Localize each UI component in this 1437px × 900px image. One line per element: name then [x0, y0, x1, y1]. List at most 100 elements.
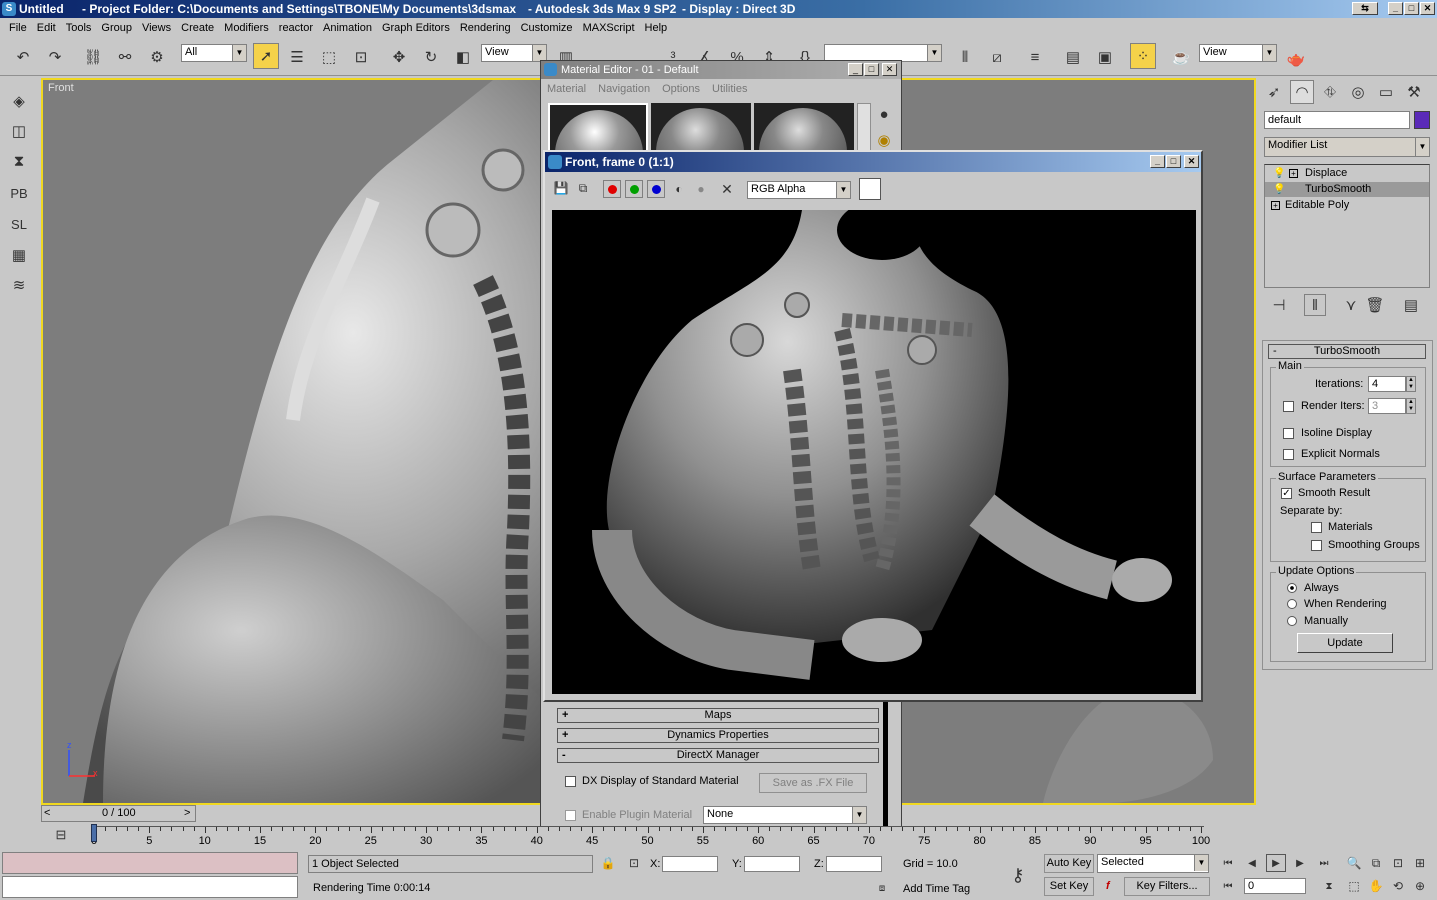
- make-unique-icon[interactable]: ⋎: [1340, 294, 1362, 316]
- set-key-button[interactable]: Set Key: [1044, 877, 1094, 896]
- unlink-icon[interactable]: ⚯: [112, 44, 138, 70]
- bind-space-warp-icon[interactable]: ⚙: [144, 44, 170, 70]
- show-end-result-icon[interactable]: ‖: [1304, 294, 1326, 316]
- maxscript-listener-white[interactable]: [2, 876, 298, 898]
- sample-slot-1[interactable]: [548, 103, 648, 153]
- sample-type-sphere-icon[interactable]: ●: [873, 103, 895, 125]
- create-tab-icon[interactable]: ➶: [1262, 80, 1286, 104]
- blue-channel-button[interactable]: [647, 180, 665, 198]
- light-bulb-icon[interactable]: 💡: [1273, 182, 1285, 197]
- plugin-material-dropdown[interactable]: None ▼: [703, 806, 867, 824]
- me-menu-options[interactable]: Options: [662, 83, 700, 95]
- menu-tools[interactable]: Tools: [61, 22, 97, 34]
- pan-icon[interactable]: ✋: [1366, 876, 1386, 896]
- explicit-normals-checkbox[interactable]: [1283, 449, 1294, 460]
- dx-display-checkbox[interactable]: [565, 776, 576, 787]
- utilities-tab-icon[interactable]: ⚒: [1402, 80, 1426, 104]
- me-menu-utilities[interactable]: Utilities: [712, 83, 747, 95]
- zoom-all-icon[interactable]: ⧉: [1366, 853, 1386, 873]
- prev-frame-icon[interactable]: ◀: [1242, 854, 1262, 872]
- lock-selection-icon[interactable]: 🔒: [598, 853, 618, 873]
- absolute-mode-icon[interactable]: ⊡: [624, 853, 644, 873]
- track-bar[interactable]: 0510152025303540455055606570758085909510…: [91, 824, 1214, 848]
- remove-modifier-icon[interactable]: 🗑: [1364, 294, 1386, 316]
- z-field[interactable]: [826, 856, 882, 872]
- pin-stack-icon[interactable]: ⊣: [1268, 294, 1290, 316]
- hierarchy-tab-icon[interactable]: ⛗: [1318, 80, 1342, 104]
- move-icon[interactable]: ✥: [386, 44, 412, 70]
- viewport-label[interactable]: Front: [48, 82, 74, 94]
- monochrome-icon[interactable]: ●: [691, 179, 711, 199]
- stack-item-turbosmooth[interactable]: 💡 TurboSmooth: [1265, 182, 1429, 197]
- when-rendering-radio[interactable]: [1287, 599, 1297, 609]
- always-radio[interactable]: [1287, 583, 1297, 593]
- dynamics-rollout[interactable]: + Dynamics Properties: [557, 728, 879, 743]
- me-close-button[interactable]: ✕: [882, 63, 897, 76]
- layers-icon[interactable]: ◈: [6, 88, 32, 114]
- play-icon[interactable]: ▶: [1266, 854, 1286, 872]
- stack-item-editable-poly[interactable]: + Editable Poly: [1265, 198, 1429, 213]
- track-bar-filter-icon[interactable]: ⊟: [48, 824, 74, 846]
- menu-file[interactable]: File: [4, 22, 32, 34]
- material-editor-icon[interactable]: ⁘: [1130, 43, 1156, 69]
- backlight-icon[interactable]: ◉: [873, 129, 895, 151]
- time-slider-left-arrow-icon[interactable]: <: [44, 807, 50, 819]
- save-fx-button[interactable]: Save as .FX File: [759, 773, 867, 793]
- menu-modifiers[interactable]: Modifiers: [219, 22, 274, 34]
- object-color-swatch[interactable]: [1414, 111, 1430, 129]
- schematic-view-icon[interactable]: ▣: [1092, 44, 1118, 70]
- object-name-field[interactable]: default: [1264, 111, 1410, 129]
- color-swatch[interactable]: [859, 178, 881, 200]
- link-icon[interactable]: ⛓: [80, 44, 106, 70]
- light-bulb-icon[interactable]: 💡: [1273, 166, 1285, 181]
- materials-checkbox[interactable]: [1311, 522, 1322, 533]
- green-channel-button[interactable]: [625, 180, 643, 198]
- pb-button[interactable]: PB: [6, 180, 32, 206]
- turbosmooth-header[interactable]: - TurboSmooth: [1268, 344, 1426, 359]
- scale-icon[interactable]: ◧: [450, 44, 476, 70]
- rotate-icon[interactable]: ↻: [418, 44, 444, 70]
- next-frame-icon[interactable]: ▶: [1290, 854, 1310, 872]
- mirror-icon[interactable]: ⫴: [952, 44, 978, 70]
- time-slider[interactable]: < 0 / 100 >: [41, 805, 196, 822]
- time-slider-right-arrow-icon[interactable]: >: [184, 807, 190, 819]
- auto-key-button[interactable]: Auto Key: [1044, 854, 1094, 873]
- enable-plugin-checkbox[interactable]: [565, 810, 576, 821]
- close-button[interactable]: ✕: [1420, 2, 1435, 15]
- menu-edit[interactable]: Edit: [32, 22, 61, 34]
- render-scene-icon[interactable]: ☕: [1168, 44, 1194, 70]
- stack-item-displace[interactable]: 💡 + Displace: [1265, 166, 1429, 181]
- minimize-button[interactable]: _: [1388, 2, 1403, 15]
- zoom-extents-all-icon[interactable]: ⊞: [1410, 853, 1430, 873]
- update-button[interactable]: Update: [1297, 633, 1393, 653]
- me-maximize-button[interactable]: □: [864, 63, 879, 76]
- zoom-extents-icon[interactable]: ⊡: [1388, 853, 1408, 873]
- box-icon[interactable]: ◫: [6, 118, 32, 144]
- sample-slot-3[interactable]: [754, 103, 854, 153]
- render-view-dropdown[interactable]: View ▼: [1199, 44, 1277, 62]
- menu-graph-editors[interactable]: Graph Editors: [377, 22, 455, 34]
- menu-reactor[interactable]: reactor: [274, 22, 318, 34]
- sample-scrollbar[interactable]: [857, 103, 871, 153]
- key-mode-dropdown[interactable]: Selected ▼: [1097, 854, 1209, 873]
- select-by-name-icon[interactable]: ☰: [284, 44, 310, 70]
- frame-maximize-button[interactable]: □: [1166, 155, 1181, 168]
- time-tag-icon[interactable]: ⧈: [872, 878, 892, 898]
- region-zoom-icon[interactable]: ⬚: [1344, 876, 1364, 896]
- maxscript-listener-pink[interactable]: [2, 852, 298, 874]
- menu-maxscript[interactable]: MAXScript: [578, 22, 640, 34]
- directx-manager-rollout[interactable]: - DirectX Manager: [557, 748, 879, 763]
- render-iters-spinner[interactable]: 3: [1368, 398, 1406, 414]
- menu-animation[interactable]: Animation: [318, 22, 377, 34]
- menu-views[interactable]: Views: [137, 22, 176, 34]
- undo-icon[interactable]: ↶: [10, 44, 36, 70]
- frame-close-button[interactable]: ✕: [1184, 155, 1199, 168]
- clone-window-icon[interactable]: ⧉: [573, 178, 593, 198]
- display-tab-icon[interactable]: ▭: [1374, 80, 1398, 104]
- me-menu-material[interactable]: Material: [547, 83, 586, 95]
- iterations-spinner[interactable]: 4: [1368, 376, 1406, 392]
- window-crossing-icon[interactable]: ⊡: [348, 44, 374, 70]
- redo-icon[interactable]: ↷: [42, 44, 68, 70]
- key-filters-button[interactable]: Key Filters...: [1124, 877, 1210, 896]
- isoline-checkbox[interactable]: [1283, 428, 1294, 439]
